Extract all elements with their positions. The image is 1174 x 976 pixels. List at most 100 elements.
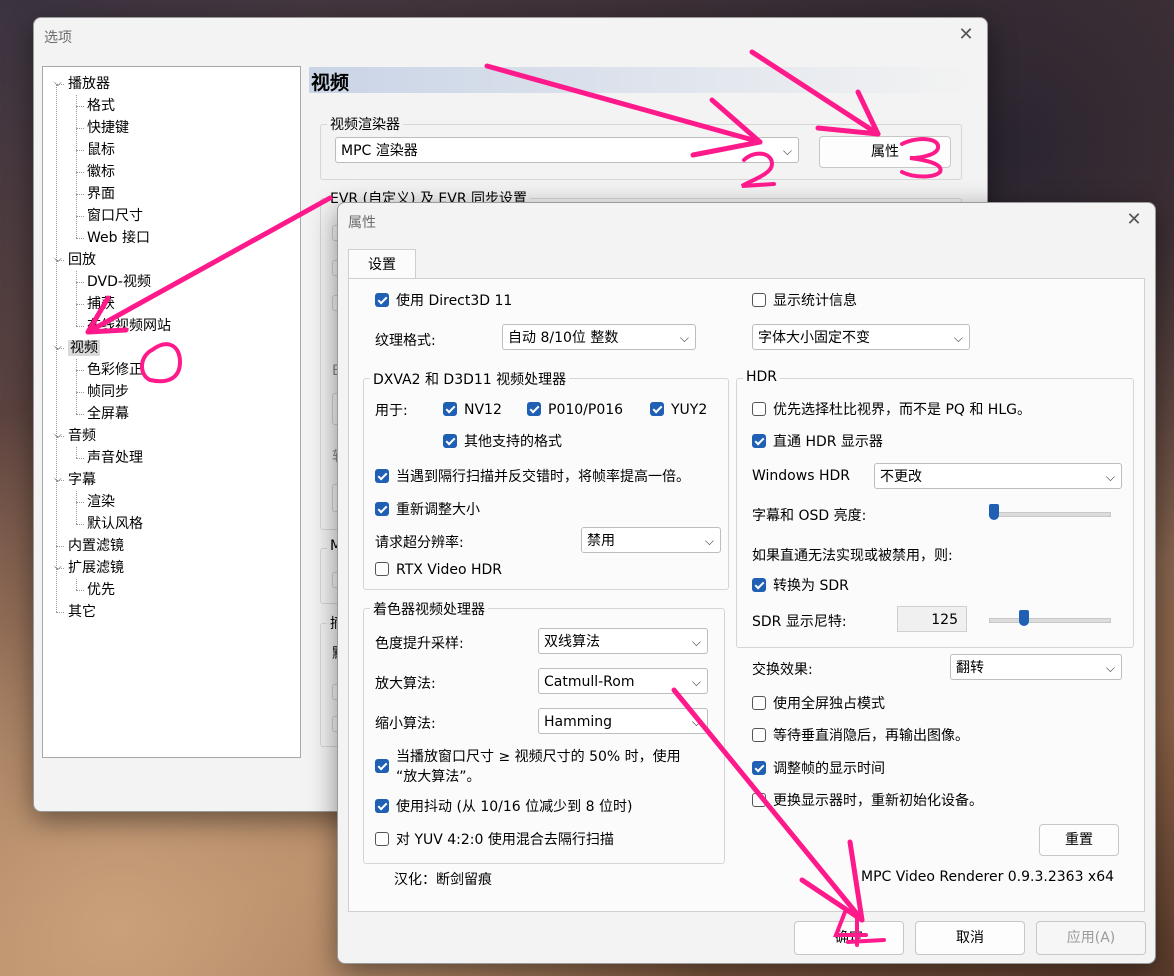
sdr-nits-slider[interactable] <box>989 610 1111 630</box>
double-framerate-checkbox[interactable]: 当遇到隔行扫描并反交错时，将帧率提高一倍。 <box>375 467 690 487</box>
sdr-nits-input[interactable]: 125 <box>897 606 967 632</box>
tree-child[interactable]: 声音处理 <box>87 447 143 469</box>
slider-thumb[interactable] <box>1019 610 1030 626</box>
tree-item-label: 音频 <box>68 428 96 444</box>
tree-node[interactable]: ⌵ 视频 <box>54 337 100 359</box>
slider-thumb[interactable] <box>988 504 999 520</box>
options-titlebar: 选项 ✕ <box>34 18 987 52</box>
convert-sdr-checkbox[interactable]: 转换为 SDR <box>752 576 849 596</box>
dxva-group-label: DXVA2 和 D3D11 视频处理器 <box>370 369 570 389</box>
tree-node[interactable]: ⌵ 字幕 <box>54 469 96 491</box>
tree-item-label: 快捷键 <box>87 120 129 136</box>
resize-checkbox[interactable]: 重新调整大小 <box>375 500 480 520</box>
use-d3d11-checkbox[interactable]: 使用 Direct3D 11 <box>375 291 512 311</box>
tree-node[interactable]: ⌵ 回放 <box>54 249 96 271</box>
tree-item-label: 界面 <box>87 186 115 202</box>
tree-child[interactable]: 在线视频网站 <box>87 315 171 337</box>
close-icon[interactable]: ✕ <box>1121 209 1147 231</box>
cancel-button[interactable]: 取消 <box>915 921 1025 955</box>
apply-button[interactable]: 应用(A) <box>1036 921 1146 955</box>
tree-child[interactable]: 鼠标 <box>87 139 115 161</box>
tree-child[interactable]: 格式 <box>87 95 115 117</box>
tree-node[interactable]: 其它 <box>68 601 96 623</box>
tree-child[interactable]: 默认风格 <box>87 513 143 535</box>
texture-format-label: 纹理格式: <box>375 333 436 349</box>
yuy2-checkbox[interactable]: YUY2 <box>650 400 707 420</box>
nv12-checkbox[interactable]: NV12 <box>443 400 502 420</box>
font-size-select[interactable]: 字体大小固定不变 ⌵ <box>752 324 970 350</box>
tree-item-label: DVD-视频 <box>87 274 151 290</box>
tree-item-label: 扩展滤镜 <box>68 560 124 576</box>
renderer-select[interactable]: MPC 渲染器 ⌵ <box>335 137 799 163</box>
tree-child[interactable]: 优先 <box>87 579 115 601</box>
chevron-down-icon: ⌵ <box>691 675 701 689</box>
tree-node[interactable]: ⌵ 音频 <box>54 425 96 447</box>
p010-checkbox[interactable]: P010/P016 <box>527 400 623 420</box>
tree-child[interactable]: 渲染 <box>87 491 115 513</box>
tree-child[interactable]: 界面 <box>87 183 115 205</box>
super-res-select[interactable]: 禁用 ⌵ <box>581 527 721 553</box>
renderer-select-value: MPC 渲染器 <box>341 143 418 159</box>
options-tree[interactable]: ⌵ 播放器格式快捷键鼠标徽标界面窗口尺寸 Web 接口 ⌵ 回放 DVD-视频 捕获在线视频… <box>42 66 301 758</box>
tree-item-label: 在线视频网站 <box>87 318 171 334</box>
hdr-passthrough-checkbox[interactable]: 直通 HDR 显示器 <box>752 432 883 452</box>
swap-effect-select[interactable]: 翻转 ⌵ <box>950 654 1122 680</box>
version-text: MPC Video Renderer 0.9.3.2363 x64 <box>861 869 1115 885</box>
chroma-label: 色度提升采样: <box>375 636 464 652</box>
exclusive-fullscreen-checkbox[interactable]: 使用全屏独占模式 <box>752 694 885 714</box>
tree-child[interactable]: 快捷键 <box>87 117 129 139</box>
tree-child[interactable]: 全屏幕 <box>87 403 129 425</box>
properties-titlebar: 属性 ✕ <box>338 203 1155 237</box>
tree-item-label: 鼠标 <box>87 142 115 158</box>
prefer-dolby-checkbox[interactable]: 优先选择杜比视界，而不是 PQ 和 HLG。 <box>752 400 1031 420</box>
properties-title: 属性 <box>348 215 376 231</box>
texture-format-select[interactable]: 自动 8/10位 整数 ⌵ <box>502 324 696 350</box>
tree-child[interactable]: Web 接口 <box>87 227 150 249</box>
show-stats-checkbox[interactable]: 显示统计信息 <box>752 291 857 311</box>
reset-button[interactable]: 重置 <box>1039 824 1119 856</box>
tree-node[interactable]: ⌵ 播放器 <box>54 73 110 95</box>
reinit-display-checkbox[interactable]: 更换显示器时，重新初始化设备。 <box>752 791 983 811</box>
upscale-label: 放大算法: <box>375 676 436 692</box>
wait-vblank-checkbox[interactable]: 等待垂直消隐后，再输出图像。 <box>752 726 969 746</box>
tree-child[interactable]: 窗口尺寸 <box>87 205 143 227</box>
windows-hdr-select[interactable]: 不更改 ⌵ <box>874 463 1122 489</box>
tree-item-label: 色彩修正 <box>87 362 143 378</box>
tab-settings[interactable]: 设置 <box>348 249 416 280</box>
chevron-down-icon: ⌵ <box>782 144 792 158</box>
chevron-down-icon: ⌵ <box>1105 661 1115 675</box>
blend-deint-checkbox[interactable]: 对 YUV 4:2:0 使用混合去隔行扫描 <box>375 830 614 850</box>
tree-child[interactable]: 色彩修正 <box>87 359 143 381</box>
tree-node[interactable]: 内置滤镜 <box>68 535 124 557</box>
tree-child[interactable]: 帧同步 <box>87 381 129 403</box>
osd-brightness-slider[interactable] <box>988 504 1111 524</box>
options-title: 选项 <box>44 30 72 46</box>
tree-item-label: 内置滤镜 <box>68 538 124 554</box>
tree-node[interactable]: ⌵ 扩展滤镜 <box>54 557 124 579</box>
renderer-group-label: 视频渲染器 <box>327 114 403 134</box>
other-formats-checkbox[interactable]: 其他支持的格式 <box>443 432 562 452</box>
tree-item-label: 窗口尺寸 <box>87 208 143 224</box>
upscale-select[interactable]: Catmull-Rom ⌵ <box>538 668 708 694</box>
upscale-when-checkbox[interactable]: 当播放窗口尺寸 ≥ 视频尺寸的 50% 时，使用 “放大算法”。 <box>375 747 681 787</box>
ok-button[interactable]: 确定 <box>794 921 904 955</box>
tree-item-label: 视频 <box>68 340 100 356</box>
tree-item-label: 捕获 <box>87 296 115 312</box>
downscale-select[interactable]: Hamming ⌵ <box>538 708 708 734</box>
adjust-frame-time-checkbox[interactable]: 调整帧的显示时间 <box>752 759 885 779</box>
close-icon[interactable]: ✕ <box>953 24 979 46</box>
page-header: 视频 <box>309 67 974 94</box>
tree-child[interactable]: DVD-视频 <box>87 271 151 293</box>
tree-item-label: 声音处理 <box>87 450 143 466</box>
properties-button[interactable]: 属性 <box>819 136 951 168</box>
tree-child[interactable]: 徽标 <box>87 161 115 183</box>
tree-child[interactable]: 捕获 <box>87 293 115 315</box>
dither-checkbox[interactable]: 使用抖动 (从 10/16 位减少到 8 位时) <box>375 797 632 817</box>
tree-item-label: 其它 <box>68 604 96 620</box>
rtx-hdr-checkbox[interactable]: RTX Video HDR <box>375 560 502 580</box>
hdr-group-label: HDR <box>743 369 781 385</box>
chevron-down-icon: ⌵ <box>691 635 701 649</box>
tree-item-label: 徽标 <box>87 164 115 180</box>
chroma-select[interactable]: 双线算法 ⌵ <box>538 628 708 654</box>
tree-item-label: 格式 <box>87 98 115 114</box>
